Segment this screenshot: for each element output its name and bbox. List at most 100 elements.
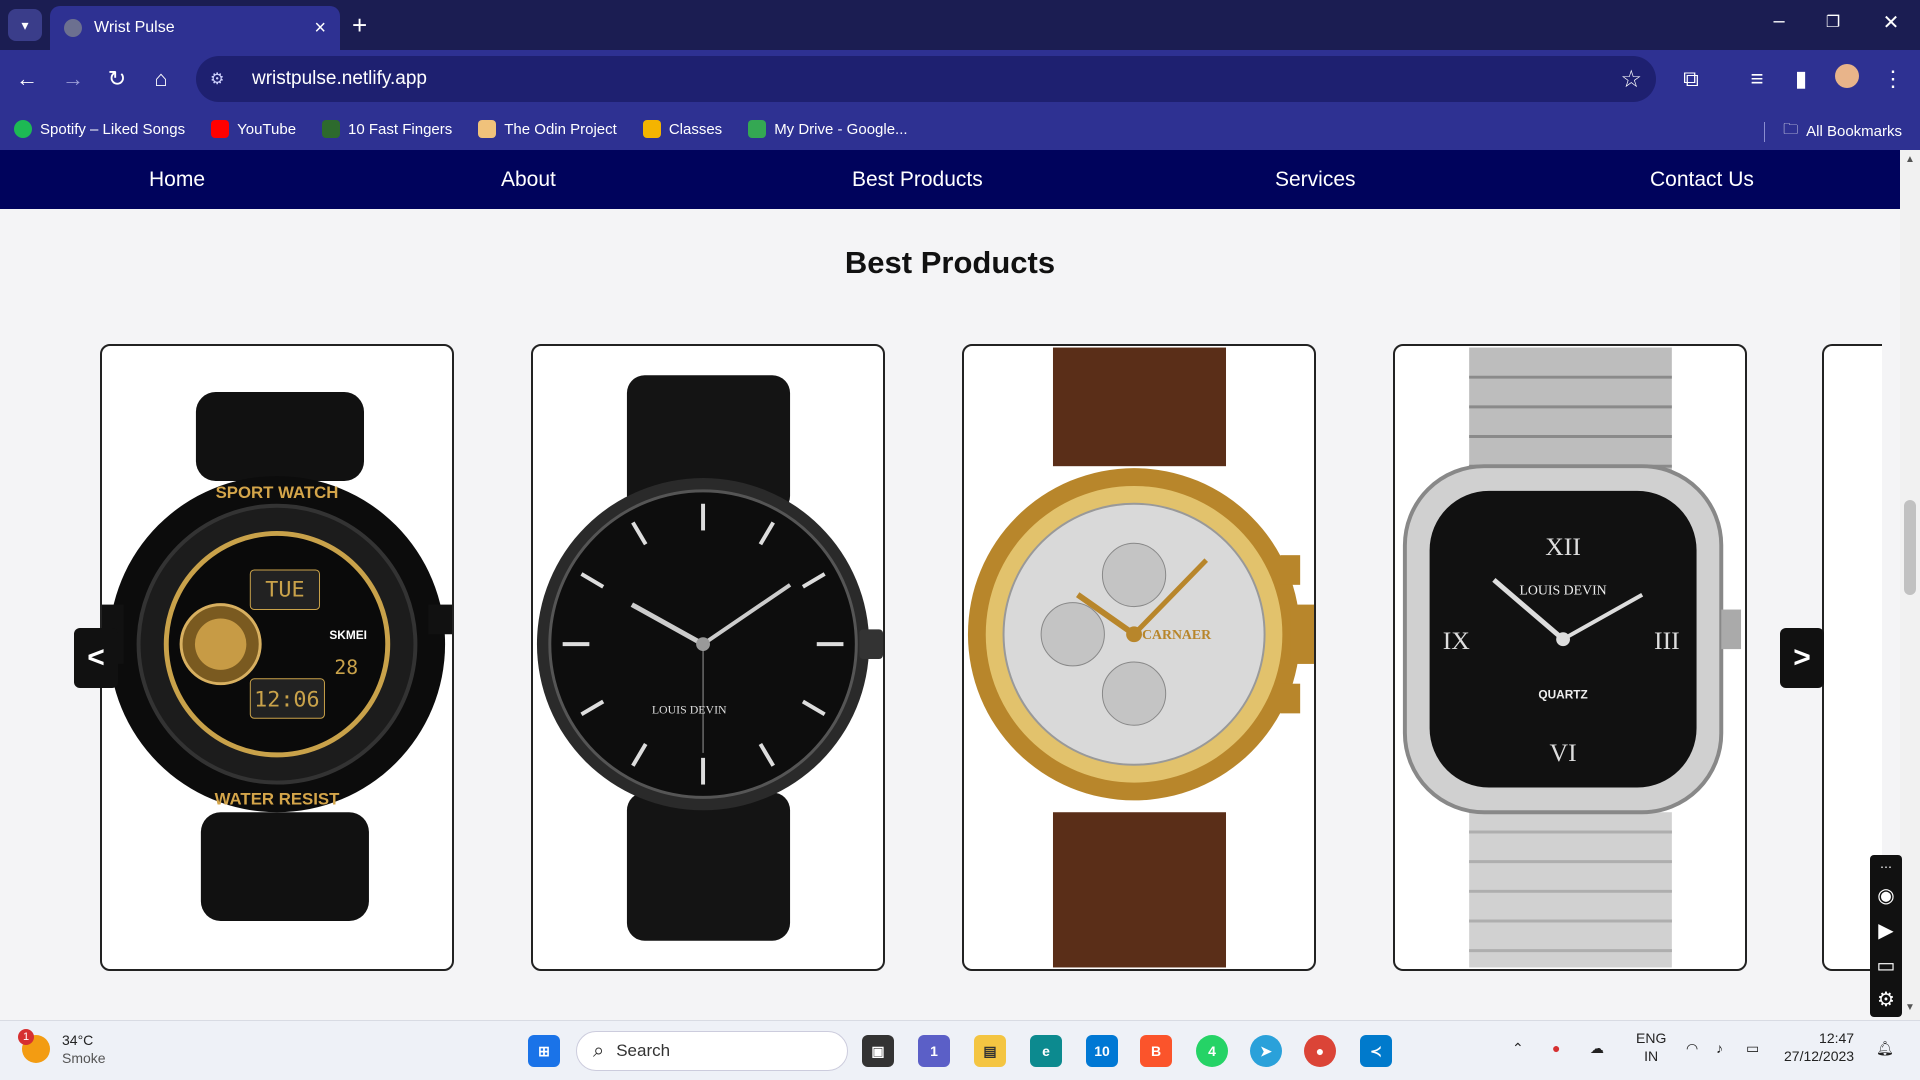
weather-widget[interactable]: 1 34°C Smoke — [18, 1029, 106, 1067]
extensions-icon[interactable]: ⧉ — [1676, 64, 1706, 94]
louis-devin-black-image: LOUIS DEVIN — [536, 375, 883, 941]
show-hidden-icons[interactable]: ⌃ — [1512, 1039, 1524, 1057]
sport-watch-top-text: SPORT WATCH — [216, 483, 339, 502]
browser-tab[interactable]: Wrist Pulse × — [50, 6, 340, 50]
side-panel-icon[interactable]: ▮ — [1786, 64, 1816, 94]
weather-badge: 1 — [18, 1029, 34, 1045]
bookmark-odin-project[interactable]: The Odin Project — [478, 120, 617, 138]
minimize-icon[interactable]: – — [1764, 10, 1794, 33]
url-text: wristpulse.netlify.app — [252, 68, 427, 89]
nav-about[interactable]: About — [501, 150, 556, 209]
tab-search-button[interactable]: ▾ — [8, 9, 42, 41]
reload-icon[interactable]: ↻ — [102, 64, 132, 94]
wifi-icon[interactable]: ◠ — [1686, 1039, 1698, 1057]
brave-icon[interactable]: B — [1140, 1035, 1172, 1067]
classroom-icon — [642, 120, 661, 138]
whatsapp-icon[interactable]: 4 — [1196, 1035, 1228, 1067]
capture-toolbar: ⋯ ◉ ▶ ▭ ⚙ — [1870, 855, 1902, 1017]
louis-devin-square-brand-text: LOUIS DEVIN — [1519, 583, 1606, 598]
browser-toolbar: ← → ↻ ⌂ ⚙ wristpulse.netlify.app ☆ ⧉ ≡ ▮… — [0, 50, 1920, 108]
section-title: Best Products — [844, 245, 1056, 280]
nav-home[interactable]: Home — [149, 150, 205, 209]
weather-desc: Smoke — [62, 1050, 106, 1066]
nav-services[interactable]: Services — [1275, 150, 1356, 209]
product-card-sport-watch[interactable]: TUE 12:06 28 SKMEI SPORT WATCH WATER RES… — [100, 344, 454, 971]
scroll-down-icon[interactable]: ▼ — [1905, 1002, 1915, 1013]
globe-icon — [64, 19, 82, 37]
teams-icon[interactable]: 1 — [918, 1035, 950, 1067]
onedrive-icon[interactable]: ☁ — [1590, 1039, 1604, 1057]
bookmark-youtube[interactable]: YouTube — [211, 120, 296, 138]
clock[interactable]: 12:47 27/12/2023 — [1784, 1029, 1854, 1065]
address-bar[interactable]: ⚙ wristpulse.netlify.app ☆ — [196, 56, 1656, 102]
bookmarks-bar: Spotify – Liked Songs YouTube 10 Fast Fi… — [0, 108, 1920, 150]
language-indicator[interactable]: ENG IN — [1636, 1029, 1666, 1065]
carousel-next-button[interactable]: > — [1780, 628, 1824, 688]
telegram-icon[interactable]: ➤ — [1250, 1035, 1282, 1067]
folder-icon: 🗀 — [1783, 121, 1799, 138]
menu-icon[interactable]: ⋮ — [1878, 64, 1908, 94]
svg-text:IX: IX — [1443, 626, 1471, 655]
settings-icon[interactable]: ⚙ — [1877, 987, 1895, 1012]
svg-text:VI: VI — [1550, 738, 1577, 767]
svg-text:III: III — [1654, 626, 1680, 655]
weather-icon: 1 — [18, 1029, 50, 1063]
more-icon[interactable]: ⋯ — [1880, 860, 1892, 874]
quartz-text: QUARTZ — [1538, 688, 1587, 702]
volume-icon[interactable]: ♪ — [1716, 1039, 1723, 1057]
product-card-carnaer-gold[interactable]: CARNAER — [962, 344, 1316, 971]
browser-titlebar: ▾ Wrist Pulse × + – ❐ ✕ — [0, 0, 1920, 50]
mail-icon[interactable]: 10 — [1086, 1035, 1118, 1067]
bookmark-spotify[interactable]: Spotify – Liked Songs — [14, 120, 185, 138]
divider — [1764, 121, 1766, 142]
nav-contact-us[interactable]: Contact Us — [1650, 150, 1754, 209]
sport-watch-brand-text: SKMEI — [329, 628, 367, 642]
scroll-thumb[interactable] — [1904, 500, 1916, 595]
home-icon[interactable]: ⌂ — [146, 64, 176, 94]
sport-watch-image: TUE 12:06 28 SKMEI SPORT WATCH WATER RES… — [102, 392, 452, 921]
page-scrollbar[interactable]: ▲ ▼ — [1900, 150, 1920, 1020]
battery-icon[interactable]: ▭ — [1746, 1039, 1759, 1057]
product-card-louis-devin-square[interactable]: XII VI IX III LOUIS DEVIN QUARTZ — [1393, 344, 1747, 971]
product-card-louis-devin-black[interactable]: LOUIS DEVIN — [531, 344, 885, 971]
window-icon[interactable]: ▭ — [1877, 953, 1896, 978]
site-navbar: Home About Best Products Services Contac… — [0, 150, 1900, 209]
chrome-icon[interactable]: ● — [1304, 1035, 1336, 1067]
sport-watch-day-text: TUE — [265, 578, 304, 603]
close-tab-icon[interactable]: × — [314, 17, 326, 40]
bookmark-my-drive[interactable]: My Drive - Google... — [748, 120, 908, 138]
restore-icon[interactable]: ❐ — [1818, 12, 1848, 32]
scroll-up-icon[interactable]: ▲ — [1905, 154, 1915, 165]
taskbar: 1 34°C Smoke ⊞ ⌕ Search ▣ 1 ▤ e 10 B 4 ➤… — [0, 1020, 1920, 1080]
vscode-icon[interactable]: ≺ — [1360, 1035, 1392, 1067]
all-bookmarks-button[interactable]: 🗀 All Bookmarks — [1764, 119, 1902, 144]
carnaer-brand-text: CARNAER — [1142, 627, 1212, 642]
carousel-prev-button[interactable]: < — [74, 628, 118, 688]
tray-app-icon[interactable]: ● — [1552, 1039, 1560, 1057]
carnaer-gold-image: CARNAER — [967, 347, 1314, 968]
tab-title: Wrist Pulse — [94, 19, 175, 36]
task-view-icon[interactable]: ▣ — [862, 1035, 894, 1067]
camera-icon[interactable]: ◉ — [1877, 883, 1894, 908]
notifications-icon[interactable]: 🔔︎ — [1876, 1039, 1894, 1057]
site-info-icon[interactable]: ⚙ — [210, 69, 236, 89]
sport-watch-time-text: 12:06 — [254, 687, 319, 712]
new-tab-button[interactable]: + — [352, 10, 367, 40]
10fastfingers-icon — [322, 120, 341, 138]
edge-icon[interactable]: e — [1030, 1035, 1062, 1067]
taskbar-search[interactable]: ⌕ Search — [576, 1031, 848, 1071]
close-window-icon[interactable]: ✕ — [1876, 10, 1906, 35]
bookmark-star-icon[interactable]: ☆ — [1620, 65, 1642, 94]
back-icon[interactable]: ← — [12, 64, 42, 94]
profile-avatar[interactable] — [1832, 64, 1862, 96]
forward-icon[interactable]: → — [58, 64, 88, 94]
video-icon[interactable]: ▶ — [1878, 918, 1893, 943]
nav-best-products[interactable]: Best Products — [852, 150, 983, 209]
windows-start-icon[interactable]: ⊞ — [528, 1035, 560, 1067]
media-control-icon[interactable]: ≡ — [1742, 64, 1772, 94]
file-explorer-icon[interactable]: ▤ — [974, 1035, 1006, 1067]
louis-devin-brand-text: LOUIS DEVIN — [652, 702, 727, 716]
weather-temp: 34°C — [62, 1032, 94, 1048]
bookmark-10fastfingers[interactable]: 10 Fast Fingers — [322, 120, 452, 138]
bookmark-classes[interactable]: Classes — [642, 120, 722, 138]
